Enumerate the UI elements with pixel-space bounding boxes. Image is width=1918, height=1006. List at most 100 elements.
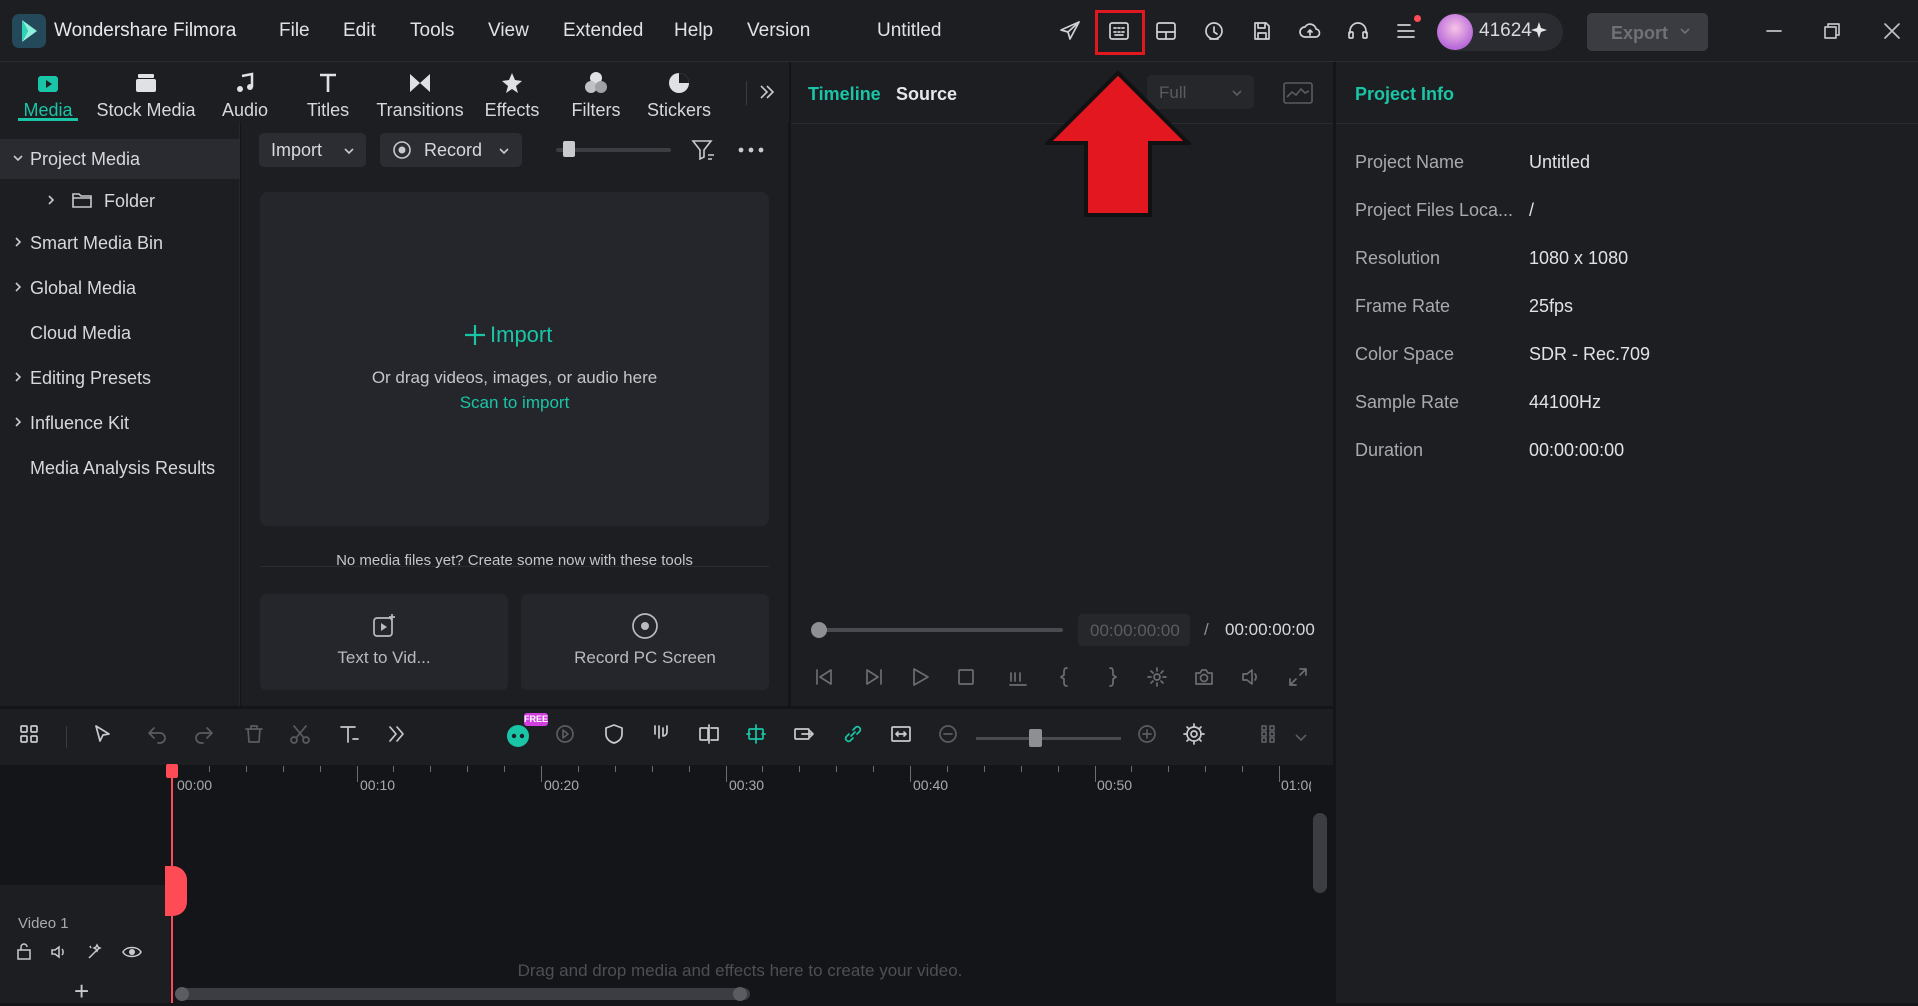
replace-clip-icon[interactable] bbox=[792, 722, 816, 746]
sidebar-item-global-media[interactable]: Global Media bbox=[0, 268, 240, 308]
sidebar-item-label: Project Media bbox=[30, 149, 141, 169]
add-track-button[interactable]: + bbox=[74, 978, 89, 1004]
menu-extended[interactable]: Extended bbox=[563, 20, 643, 42]
speed-icon[interactable] bbox=[553, 722, 577, 746]
expand-tabs-icon[interactable] bbox=[757, 82, 777, 102]
zoom-slider-handle[interactable] bbox=[1029, 729, 1042, 747]
highlight-box bbox=[1095, 10, 1145, 55]
text-to-video-button[interactable]: Text to Vid... bbox=[260, 594, 508, 690]
send-icon[interactable] bbox=[1058, 19, 1082, 43]
fullscreen-icon[interactable] bbox=[1286, 665, 1310, 689]
playback-progress-bar[interactable] bbox=[818, 628, 1063, 632]
close-icon[interactable] bbox=[1880, 19, 1904, 43]
more-tools-icon[interactable] bbox=[385, 722, 409, 746]
play-icon[interactable] bbox=[908, 665, 932, 689]
tab-titles[interactable]: Titles bbox=[303, 70, 353, 121]
sidebar-item-media-analysis[interactable]: Media Analysis Results bbox=[0, 448, 240, 488]
track-mute-icon[interactable] bbox=[49, 942, 69, 962]
sidebar-item-editing-presets[interactable]: Editing Presets bbox=[0, 358, 240, 398]
sidebar-item-influence-kit[interactable]: Influence Kit bbox=[0, 403, 240, 443]
tab-stock-media[interactable]: Stock Media bbox=[94, 70, 198, 121]
filter-icon[interactable] bbox=[690, 137, 716, 163]
track-options-icon[interactable] bbox=[1256, 722, 1280, 746]
tab-source[interactable]: Source bbox=[896, 84, 957, 105]
scrollbar-start-handle[interactable] bbox=[175, 987, 189, 1001]
media-dropzone[interactable] bbox=[260, 192, 769, 526]
minimize-icon[interactable] bbox=[1762, 19, 1786, 43]
import-link[interactable]: Import bbox=[490, 322, 552, 348]
menu-list-icon[interactable] bbox=[1394, 15, 1421, 43]
save-icon[interactable] bbox=[1250, 19, 1274, 43]
layout-grid-icon[interactable] bbox=[17, 722, 41, 746]
sidebar-item-project-media[interactable]: Project Media bbox=[0, 139, 240, 179]
avatar[interactable] bbox=[1437, 14, 1473, 50]
record-dropdown[interactable]: Record bbox=[380, 133, 522, 167]
tab-audio[interactable]: Audio bbox=[218, 70, 272, 121]
track-lock-icon[interactable] bbox=[14, 942, 34, 962]
waveform-monitor-icon[interactable] bbox=[1283, 82, 1313, 104]
track-visibility-eye-icon[interactable] bbox=[121, 942, 143, 962]
fit-timeline-icon[interactable] bbox=[889, 722, 913, 746]
horizontal-scrollbar[interactable] bbox=[176, 988, 750, 1000]
audio-beat-icon[interactable] bbox=[650, 722, 674, 746]
scan-to-import-link[interactable]: Scan to import bbox=[260, 393, 769, 413]
menu-view[interactable]: View bbox=[488, 20, 529, 42]
timeline-zoom-slider[interactable] bbox=[976, 737, 1121, 740]
playback-scrubber[interactable] bbox=[811, 622, 827, 638]
scrollbar-end-handle[interactable] bbox=[733, 987, 747, 1001]
vertical-scrollbar[interactable] bbox=[1313, 813, 1327, 893]
record-pc-screen-button[interactable]: Record PC Screen bbox=[521, 594, 769, 690]
menu-version[interactable]: Version bbox=[747, 20, 810, 42]
playhead-grip[interactable] bbox=[165, 866, 187, 916]
aspect-ratio-icon[interactable] bbox=[1006, 665, 1030, 689]
sidebar-item-cloud-media[interactable]: Cloud Media bbox=[0, 313, 240, 353]
more-options-icon[interactable] bbox=[738, 147, 764, 153]
tab-filters[interactable]: Filters bbox=[566, 70, 626, 121]
select-tool-icon[interactable] bbox=[91, 722, 115, 746]
zoom-in-icon[interactable] bbox=[1135, 722, 1159, 746]
export-button[interactable]: Export bbox=[1587, 13, 1708, 51]
import-dropdown[interactable]: Import bbox=[259, 133, 366, 167]
render-icon[interactable] bbox=[1202, 19, 1226, 43]
chevron-down-icon[interactable] bbox=[1294, 730, 1308, 744]
tab-transitions[interactable]: Transitions bbox=[375, 70, 465, 121]
track-effects-icon[interactable] bbox=[85, 942, 105, 962]
tab-media[interactable]: Media bbox=[20, 70, 76, 121]
redo-icon[interactable] bbox=[192, 722, 216, 746]
cloud-upload-icon[interactable] bbox=[1298, 19, 1322, 43]
tab-stickers[interactable]: Stickers bbox=[647, 70, 711, 121]
layout-icon[interactable] bbox=[1154, 19, 1178, 43]
info-value: SDR - Rec.709 bbox=[1529, 344, 1651, 364]
slider-handle[interactable] bbox=[563, 141, 575, 157]
menu-file[interactable]: File bbox=[279, 20, 310, 42]
current-timecode[interactable]: 00:00:00:00 bbox=[1078, 614, 1190, 646]
sidebar-item-folder[interactable]: Folder bbox=[0, 181, 240, 221]
render-settings-icon[interactable] bbox=[1145, 665, 1169, 689]
sidebar-item-smart-media-bin[interactable]: Smart Media Bin bbox=[0, 223, 240, 263]
menu-edit[interactable]: Edit bbox=[343, 20, 376, 42]
volume-icon[interactable] bbox=[1239, 665, 1263, 689]
mask-shield-icon[interactable] bbox=[602, 722, 626, 746]
ai-cutout-icon[interactable] bbox=[744, 722, 768, 746]
stop-icon[interactable] bbox=[954, 665, 978, 689]
zoom-out-icon[interactable] bbox=[936, 722, 960, 746]
mark-out-icon[interactable] bbox=[1100, 665, 1124, 689]
settings-gear-icon[interactable] bbox=[1182, 722, 1206, 746]
split-icon[interactable] bbox=[288, 722, 312, 746]
headset-icon[interactable] bbox=[1346, 19, 1370, 43]
link-icon[interactable] bbox=[841, 722, 865, 746]
auto-reframe-icon[interactable] bbox=[697, 722, 721, 746]
snapshot-icon[interactable] bbox=[1192, 665, 1216, 689]
previous-frame-icon[interactable] bbox=[812, 665, 836, 689]
mark-in-icon[interactable] bbox=[1053, 665, 1077, 689]
restore-icon[interactable] bbox=[1820, 19, 1844, 43]
menu-tools[interactable]: Tools bbox=[410, 20, 454, 42]
next-frame-icon[interactable] bbox=[862, 665, 886, 689]
menu-help[interactable]: Help bbox=[674, 20, 713, 42]
text-tool-icon[interactable] bbox=[337, 722, 361, 746]
tab-effects[interactable]: Effects bbox=[480, 70, 544, 121]
tab-timeline[interactable]: Timeline bbox=[808, 84, 881, 105]
undo-icon[interactable] bbox=[145, 722, 169, 746]
delete-icon[interactable] bbox=[242, 722, 266, 746]
playhead-top-handle[interactable] bbox=[166, 764, 178, 778]
